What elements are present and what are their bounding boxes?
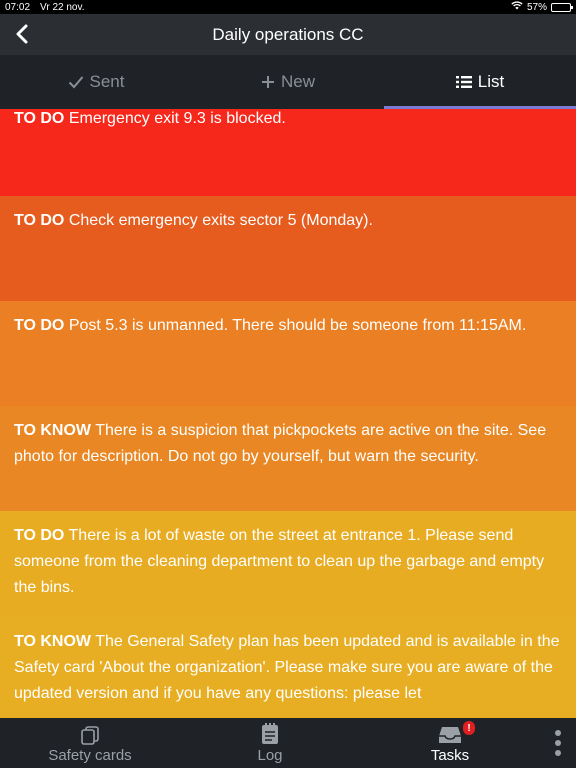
list-item[interactable]: TO DO Post 5.3 is unmanned. There should…: [0, 301, 576, 406]
back-button[interactable]: [10, 22, 34, 46]
item-tag: TO DO: [14, 212, 65, 229]
log-icon: [262, 723, 278, 744]
item-tag: TO DO: [14, 317, 65, 334]
tab-safety-cards-label: Safety cards: [48, 747, 132, 764]
tasks-badge: !: [463, 721, 475, 735]
segment-tabs: Sent New List: [0, 55, 576, 109]
list-icon: [455, 76, 472, 88]
item-tag: TO DO: [14, 110, 65, 127]
tab-sent-label: Sent: [89, 72, 125, 91]
item-text: The General Safety plan has been updated…: [14, 633, 560, 702]
tasks-inbox-icon: [439, 727, 461, 743]
check-icon: [68, 76, 83, 89]
item-text: There is a suspicion that pickpockets ar…: [14, 422, 547, 465]
tab-list-label: List: [477, 72, 505, 91]
page-title: Daily operations CC: [212, 24, 364, 44]
list-item[interactable]: TO KNOW There is a suspicion that pickpo…: [0, 406, 576, 511]
task-list: TO DO Emergency exit 9.3 is blocked. TO …: [0, 109, 576, 718]
tab-new[interactable]: New: [192, 55, 384, 109]
list-item[interactable]: TO DO There is a lot of waste on the str…: [0, 511, 576, 616]
tab-new-label: New: [280, 72, 315, 91]
item-tag: TO DO: [14, 527, 65, 544]
tab-safety-cards[interactable]: Safety cards: [0, 718, 180, 768]
battery-icon: [551, 2, 573, 12]
tab-log-label: Log: [257, 747, 283, 764]
item-tag: TO KNOW: [14, 422, 92, 439]
item-tag: TO KNOW: [14, 633, 92, 650]
plus-icon: [261, 76, 274, 88]
more-menu-button[interactable]: [540, 718, 576, 768]
chevron-left-icon: [16, 24, 28, 44]
status-time: 07:02: [5, 1, 31, 13]
tab-log[interactable]: Log: [180, 718, 360, 768]
navigation-bar: Daily operations CC: [0, 14, 576, 55]
dot: [555, 750, 561, 756]
list-item[interactable]: TO KNOW The General Safety plan has been…: [0, 616, 576, 718]
status-date: Vr 22 nov.: [40, 1, 85, 13]
dot: [555, 740, 561, 746]
battery-percent: 57%: [526, 1, 547, 13]
item-text: Post 5.3 is unmanned. There should be so…: [68, 317, 527, 334]
status-bar: 07:02 Vr 22 nov. 57%: [0, 0, 576, 14]
list-item[interactable]: TO DO Check emergency exits sector 5 (Mo…: [0, 196, 576, 301]
wifi-icon: [511, 1, 523, 13]
item-text: There is a lot of waste on the street at…: [14, 527, 545, 596]
tab-list[interactable]: List: [384, 55, 576, 109]
bottom-tab-bar: Safety cards Log ! Tasks: [0, 718, 576, 768]
item-text: Check emergency exits sector 5 (Monday).: [68, 212, 373, 229]
list-item[interactable]: TO DO Emergency exit 9.3 is blocked.: [0, 109, 576, 196]
tab-tasks[interactable]: ! Tasks: [360, 718, 540, 768]
item-text: Emergency exit 9.3 is blocked.: [68, 110, 286, 127]
tab-sent[interactable]: Sent: [0, 55, 192, 109]
tab-tasks-label: Tasks: [430, 747, 470, 764]
dot: [555, 730, 561, 736]
safety-cards-icon: [81, 726, 99, 745]
